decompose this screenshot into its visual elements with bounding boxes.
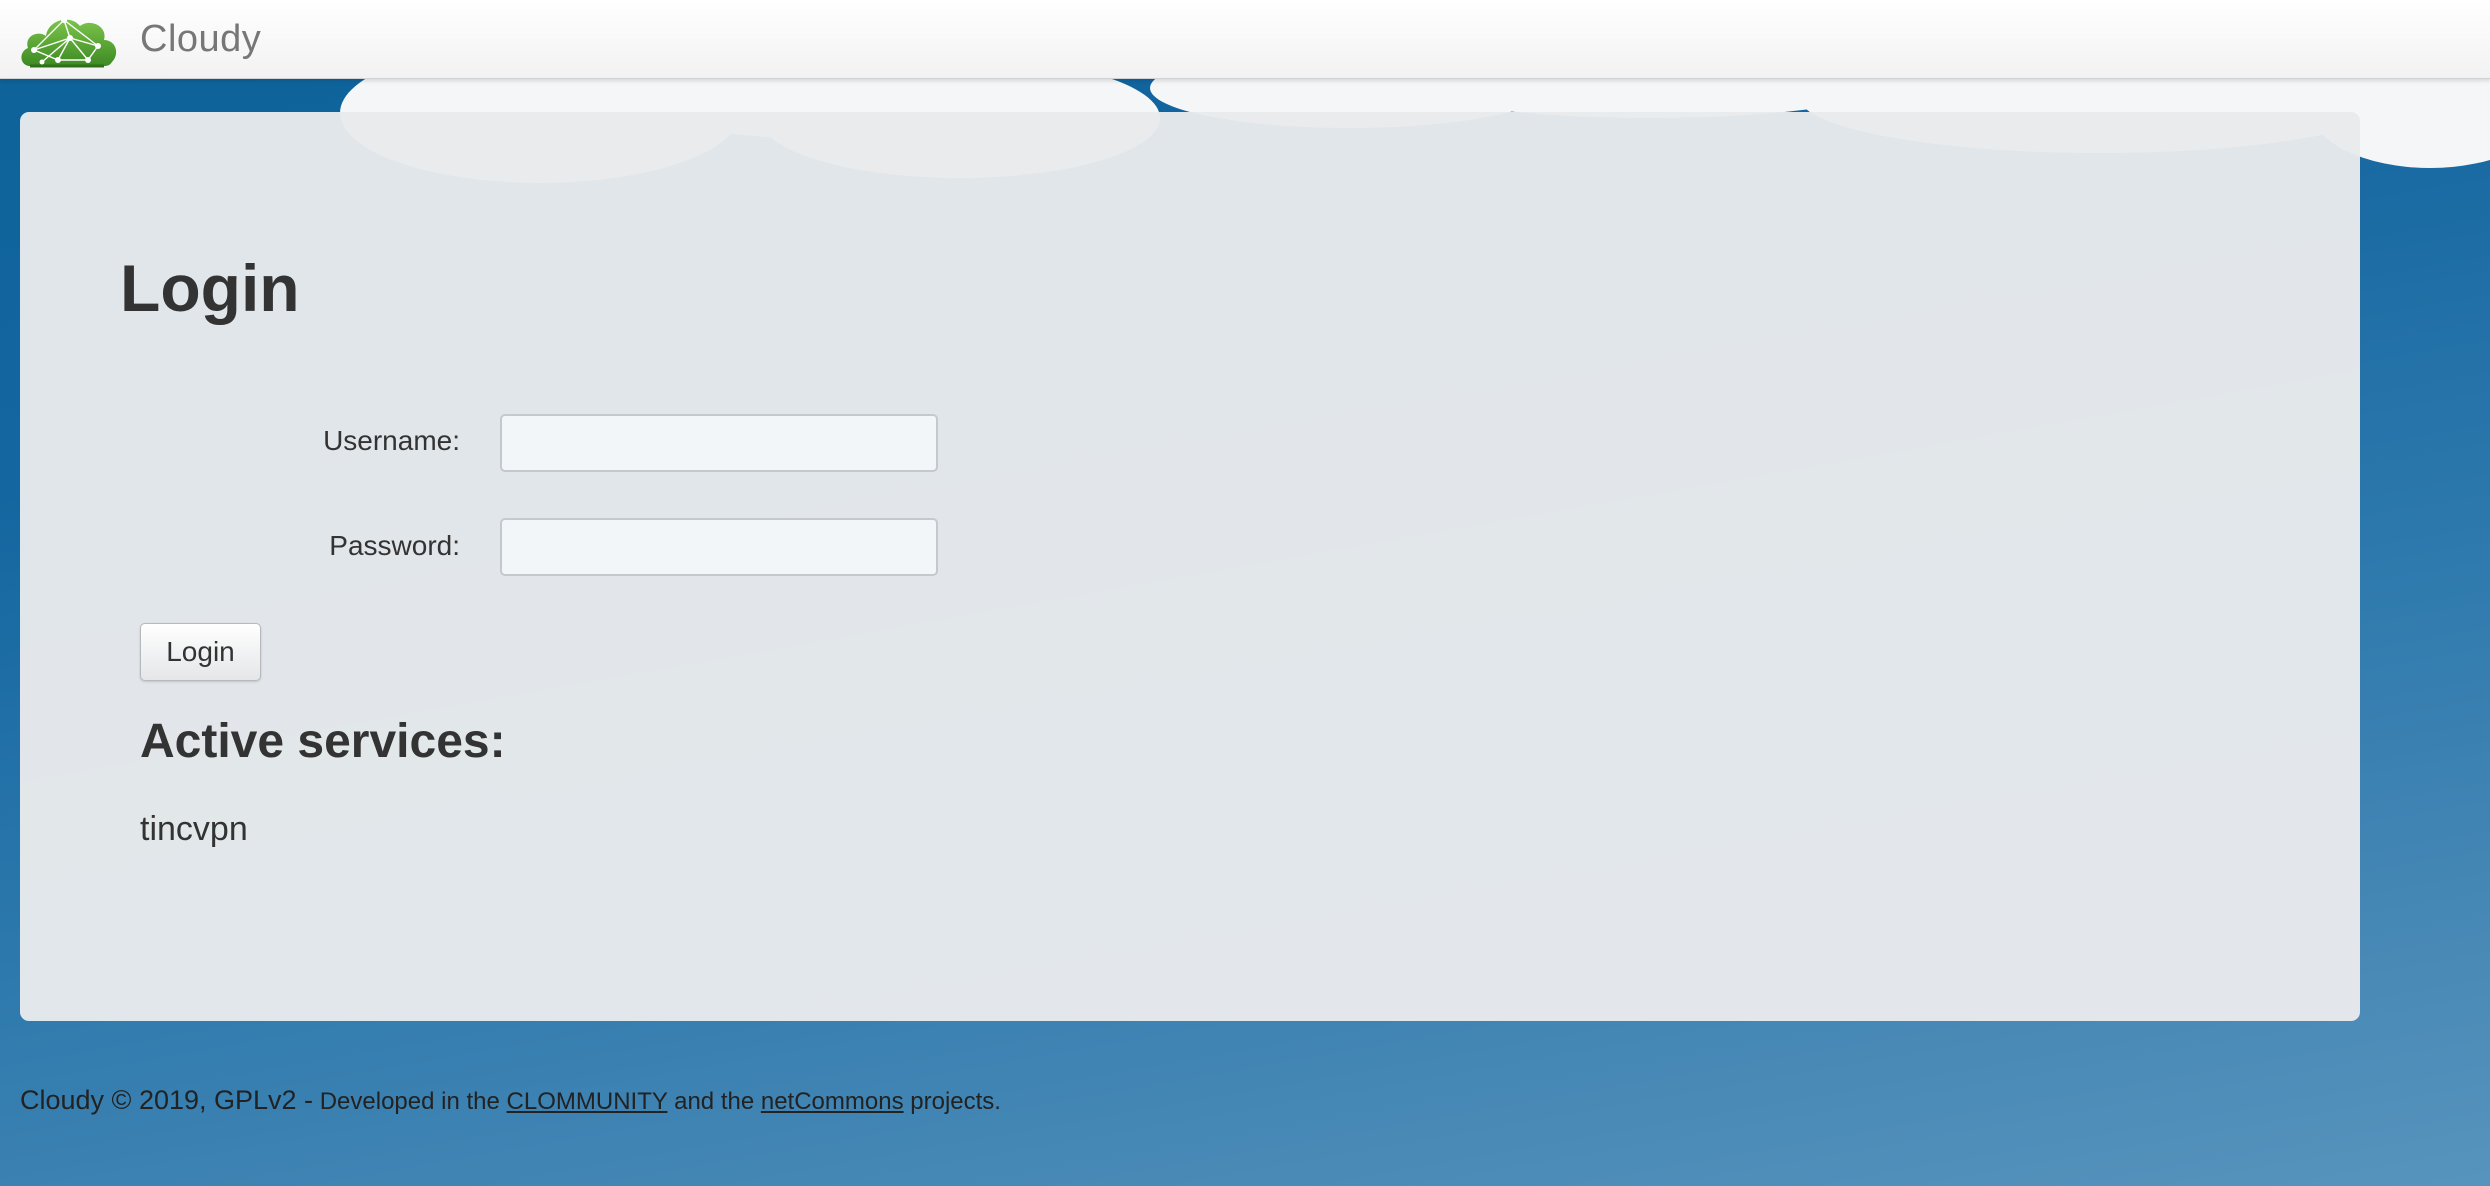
footer-copyright: Cloudy © 2019, GPLv2 - <box>20 1085 314 1115</box>
login-panel <box>20 112 2360 1021</box>
username-input[interactable] <box>500 414 938 472</box>
password-input[interactable] <box>500 518 938 576</box>
footer-developed-text: Developed in the <box>319 1088 500 1115</box>
brand-name: Cloudy <box>140 17 262 60</box>
netcommons-link[interactable]: netCommons <box>761 1088 904 1115</box>
cloud-network-logo-icon <box>21 17 117 68</box>
brand[interactable]: Cloudy <box>18 0 261 78</box>
footer-and-text: and the <box>674 1088 755 1115</box>
active-services-title: Active services: <box>140 715 506 768</box>
login-button[interactable]: Login <box>140 623 261 681</box>
footer-projects-text: projects. <box>910 1088 1001 1115</box>
clommunity-link[interactable]: CLOMMUNITY <box>507 1088 668 1115</box>
top-navbar: Cloudy <box>0 0 2490 79</box>
password-label: Password: <box>329 530 460 561</box>
footer: Cloudy © 2019, GPLv2 - Developed in the … <box>20 1085 1001 1116</box>
username-label: Username: <box>323 425 460 456</box>
page-title: Login <box>120 251 300 325</box>
service-item-tincvpn: tincvpn <box>140 810 248 848</box>
